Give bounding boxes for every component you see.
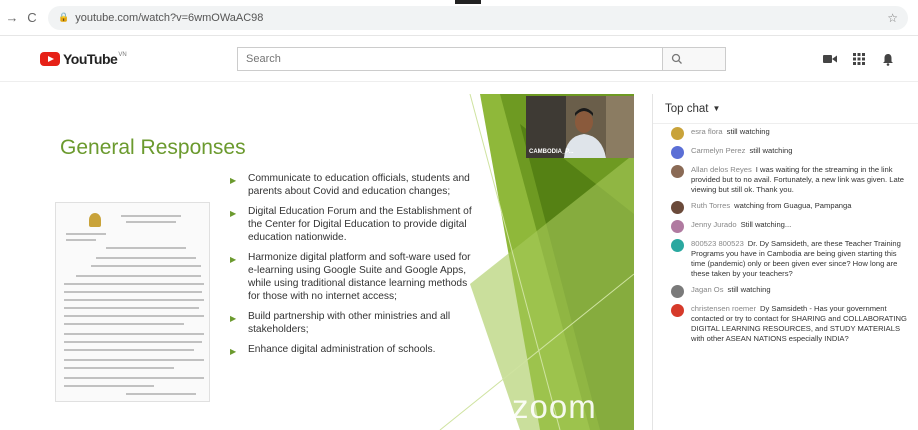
bullet-arrow-icon: ▶ [230,255,237,264]
chat-author[interactable]: Ruth Torres [691,201,730,210]
slide-bullet: ▶ Digital Education Forum and the Establi… [230,206,472,243]
address-bar[interactable]: 🔒 youtube.com/watch?v=6wmOWaAC98 ☆ [48,5,908,30]
tab-indicator [455,0,481,4]
slide-bullet: ▶ Communicate to education officials, stu… [230,173,470,197]
chat-author[interactable]: Jagan Os [691,285,724,294]
chat-mode-dropdown[interactable]: Top chat ▼ [653,94,918,124]
bookmark-star-icon[interactable]: ☆ [887,11,898,25]
chat-message: 800523 800523 Dr. Dy Samsideth, are these… [653,236,918,282]
browser-toolbar: → C 🔒 youtube.com/watch?v=6wmOWaAC98 ☆ [0,0,918,36]
user-avatar[interactable] [671,127,684,140]
webcam-thumbnail: CAMBODIA_P... [526,96,634,158]
bullet-arrow-icon: ▶ [230,209,237,218]
caret-down-icon: ▼ [712,104,721,113]
address-text: youtube.com/watch?v=6wmOWaAC98 [75,11,264,24]
user-avatar[interactable] [671,239,684,252]
notifications-bell-icon[interactable] [880,52,896,66]
search-input[interactable] [237,47,662,71]
chat-message: Ruth Torres watching from Guagua, Pampang… [653,198,918,217]
youtube-play-icon [40,52,60,66]
slide-bullet: ▶ Harmonize digital platform and soft-war… [230,252,471,302]
youtube-header: YouTube VN [0,36,918,82]
spacer [0,82,918,94]
logo-text: YouTube [63,51,118,67]
user-avatar[interactable] [671,201,684,214]
apps-grid-icon[interactable] [851,52,867,66]
document-image [55,202,210,402]
chat-text: still watching [726,127,770,136]
slide-title: General Responses [60,136,246,159]
chat-message: Jagan Os still watching [653,282,918,301]
slide-bullet-list: ▶ Communicate to education officials, stu… [230,172,480,365]
reload-icon[interactable]: C [22,8,42,28]
create-video-icon[interactable] [822,52,838,66]
search-icon [671,53,682,64]
lock-icon: 🔒 [58,12,70,22]
user-avatar[interactable] [671,285,684,298]
youtube-logo[interactable]: YouTube VN [40,51,127,67]
chat-author[interactable]: Carmelyn Perez [691,146,745,155]
chat-text: Still watching... [740,220,792,229]
chat-author[interactable]: christensen roemer [691,304,756,313]
chat-author[interactable]: esra flora [691,127,723,136]
bullet-arrow-icon: ▶ [230,176,237,185]
user-avatar[interactable] [671,165,684,178]
bullet-arrow-icon: ▶ [230,347,237,356]
user-avatar[interactable] [671,220,684,233]
user-avatar[interactable] [671,304,684,317]
zoom-watermark: zoom [512,388,597,425]
chat-text: still watching [749,146,793,155]
chat-text: watching from Guagua, Pampanga [734,201,852,210]
chat-text: still watching [727,285,771,294]
search-button[interactable] [662,47,726,71]
chat-message-list: esra flora still watching Carmelyn Perez st… [653,124,918,347]
live-chat-panel: Top chat ▼ esra flora still watching Carme… [652,94,918,430]
chat-message: Jenny Jurado Still watching... [653,217,918,236]
chat-message: esra flora still watching [653,124,918,143]
seal-emblem [89,213,101,227]
chat-message: Carmelyn Perez still watching [653,143,918,162]
user-avatar[interactable] [671,146,684,159]
search-bar [237,47,726,71]
chat-message: christensen roemer Dy Samsideth - Has you… [653,301,918,347]
webcam-name-label: CAMBODIA_P... [529,149,574,155]
video-player[interactable]: General Responses ▶ Communicate to educat… [0,94,634,430]
logo-region: VN [118,52,127,58]
forward-icon[interactable]: → [2,8,22,28]
chat-author[interactable]: Jenny Jurado [691,220,737,229]
slide-bullet: ▶ Build partnership with other ministries… [230,311,451,335]
chat-author[interactable]: 800523 800523 [691,239,744,248]
chat-message: Allan delos Reyes I was waiting for the s… [653,162,918,198]
chat-header-label: Top chat [665,102,709,115]
bullet-arrow-icon: ▶ [230,314,237,323]
chat-author[interactable]: Allan delos Reyes [691,165,752,174]
slide-bullet: ▶ Enhance digital administration of schoo… [230,344,436,356]
